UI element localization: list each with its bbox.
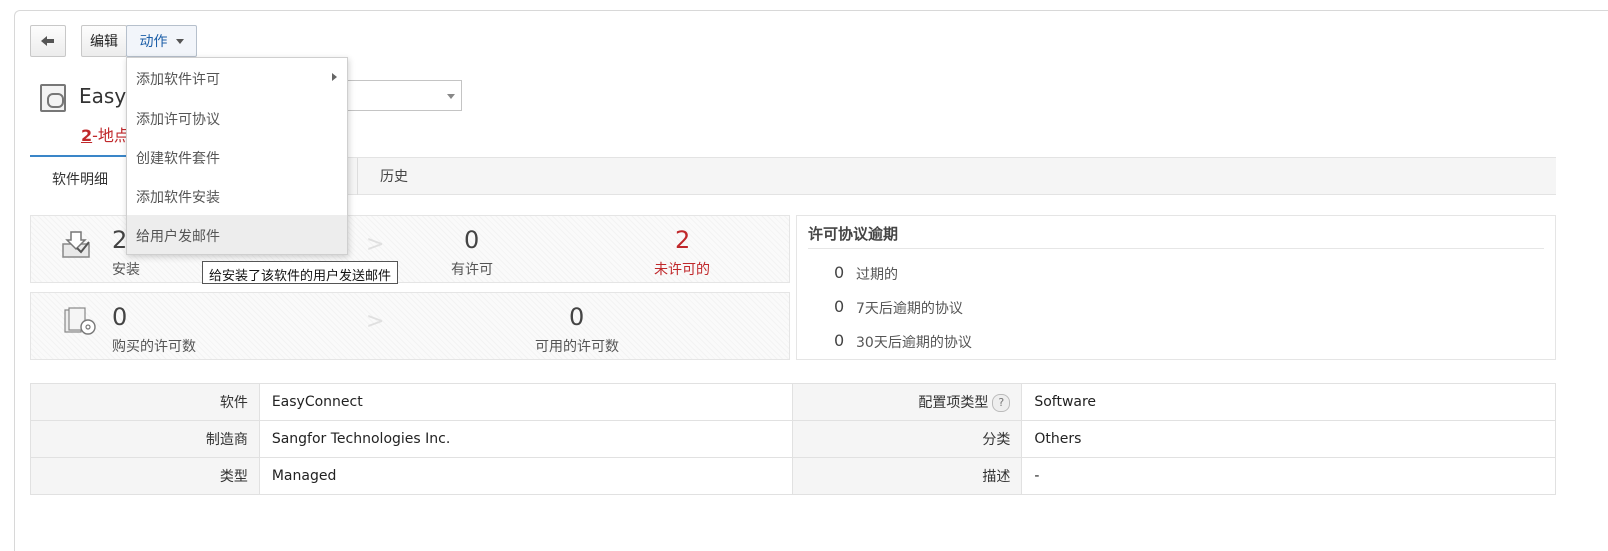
- category-value: Others: [1021, 420, 1556, 458]
- tab-history[interactable]: 历史: [380, 166, 408, 186]
- menu-item-create-software-suite[interactable]: 创建软件套件: [127, 137, 347, 176]
- type-label: 类型: [30, 457, 260, 495]
- manufacturer-value: Sangfor Technologies Inc.: [258, 420, 794, 458]
- expired-count[interactable]: 0: [834, 263, 844, 282]
- menu-item-label: 添加软件许可: [136, 72, 220, 88]
- help-icon[interactable]: ?: [992, 394, 1011, 412]
- action-button-label: 动作: [139, 34, 168, 50]
- menu-item-email-users[interactable]: 给用户发邮件: [127, 215, 347, 254]
- menu-item-add-software-install[interactable]: 添加软件安装: [127, 176, 347, 215]
- available-count[interactable]: 0: [569, 303, 584, 331]
- ci-type-value: Software: [1021, 383, 1556, 421]
- expiry-panel-title: 许可协议逾期: [808, 225, 899, 243]
- expiring-7-days-count[interactable]: 0: [834, 297, 844, 316]
- sites-label: -地点: [92, 126, 130, 145]
- sites-link[interactable]: 2-地点: [81, 122, 130, 146]
- sites-count: 2: [81, 126, 93, 145]
- expired-label: 过期的: [856, 267, 898, 283]
- manufacturer-label: 制造商: [30, 420, 260, 458]
- back-button[interactable]: [30, 25, 66, 57]
- view-select[interactable]: [346, 80, 462, 111]
- licensed-count[interactable]: 0: [464, 226, 479, 254]
- chevron-right-icon: >: [366, 232, 385, 257]
- tab-software-details[interactable]: 软件明细: [30, 155, 130, 195]
- expiring-30-days-count[interactable]: 0: [834, 331, 844, 350]
- software-details-table: 软件 EasyConnect 配置项类型? Software 制造商 Sangf…: [30, 383, 1556, 495]
- software-value: EasyConnect: [258, 383, 794, 421]
- description-value: -: [1021, 457, 1556, 495]
- expiring-30-days-label: 30天后逾期的协议: [856, 335, 972, 351]
- software-icon: [40, 84, 66, 112]
- table-row: 制造商 Sangfor Technologies Inc. 分类 Others: [30, 420, 1556, 458]
- category-label: 分类: [792, 420, 1023, 458]
- software-label: 软件: [30, 383, 260, 421]
- action-dropdown-menu: 添加软件许可 添加许可协议 创建软件套件 添加软件安装 给用户发邮件: [126, 57, 348, 255]
- install-icon: [60, 230, 92, 260]
- unlicensed-count[interactable]: 2: [675, 226, 690, 254]
- divider: [808, 248, 1544, 249]
- table-row: 类型 Managed 描述 -: [30, 457, 1556, 495]
- tooltip: 给安装了该软件的用户发送邮件: [202, 261, 399, 284]
- back-arrow-icon: [41, 36, 54, 46]
- licensed-label: 有许可: [451, 262, 493, 278]
- chevron-down-icon: [175, 38, 184, 44]
- menu-item-add-license-agreement[interactable]: 添加许可协议: [127, 98, 347, 137]
- ci-type-cell: 配置项类型?: [792, 383, 1023, 421]
- available-label: 可用的许可数: [535, 339, 619, 355]
- type-value: Managed: [258, 457, 794, 495]
- installs-count[interactable]: 2: [112, 226, 127, 254]
- table-row: 软件 EasyConnect 配置项类型? Software: [30, 383, 1556, 421]
- edit-button[interactable]: 编辑: [81, 25, 127, 57]
- chevron-down-icon: [447, 94, 455, 99]
- tab-divider: [357, 158, 358, 195]
- action-button[interactable]: 动作: [126, 25, 197, 57]
- menu-item-add-software-license[interactable]: 添加软件许可: [127, 58, 347, 97]
- purchased-count[interactable]: 0: [112, 303, 127, 331]
- ci-type-label: 配置项类型: [918, 395, 989, 411]
- unlicensed-label: 未许可的: [654, 262, 710, 278]
- description-label: 描述: [792, 457, 1023, 495]
- purchased-label: 购买的许可数: [112, 339, 196, 355]
- installs-label: 安装: [112, 262, 140, 278]
- chevron-right-icon: >: [366, 309, 385, 334]
- submenu-arrow-icon: [332, 73, 337, 81]
- license-icon: [62, 306, 98, 336]
- expiring-7-days-label: 7天后逾期的协议: [856, 301, 963, 317]
